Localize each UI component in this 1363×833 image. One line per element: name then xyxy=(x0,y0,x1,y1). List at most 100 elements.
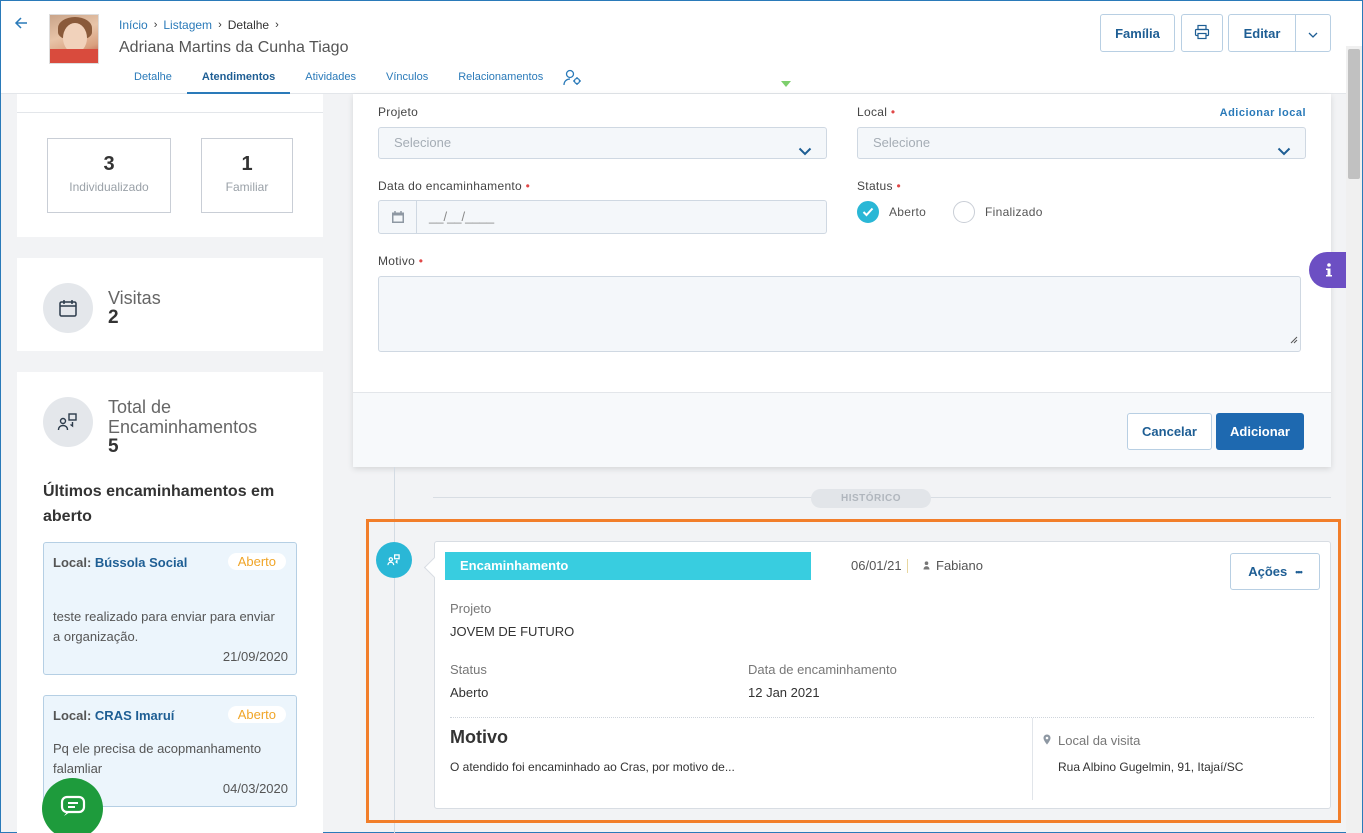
familiar-count: 1 xyxy=(241,153,253,175)
actions-label: Ações xyxy=(1248,564,1288,579)
calendar-icon xyxy=(43,283,93,333)
user-icon xyxy=(923,558,930,573)
event-type-label: Encaminhamento xyxy=(445,552,811,580)
event-projeto-label: Projeto xyxy=(450,601,492,616)
printer-icon xyxy=(1194,24,1210,43)
visitas-count: 2 xyxy=(108,307,119,328)
event-vertical-divider xyxy=(1032,718,1033,800)
event-user: Fabiano xyxy=(923,558,983,573)
total-encaminhamentos-title-line1: Total de xyxy=(108,397,172,417)
breadcrumb-separator-icon: › xyxy=(218,19,222,31)
individualizado-stat: 3 Individualizado xyxy=(47,138,171,213)
referral-date: 04/03/2020 xyxy=(222,781,288,796)
projeto-select[interactable]: Selecione xyxy=(378,127,827,159)
event-separator xyxy=(907,559,908,573)
referral-description: teste realizado para enviar para enviar … xyxy=(53,609,275,644)
individualizado-count: 3 xyxy=(103,153,115,175)
avatar xyxy=(49,14,99,64)
referral-icon xyxy=(43,397,93,447)
collapse-arrow-icon[interactable] xyxy=(781,81,791,87)
chat-button[interactable] xyxy=(42,778,103,833)
event-motivo-text: O atendido foi encaminhado ao Cras, por … xyxy=(450,760,735,774)
new-referral-form: Projeto Selecione Local • Adicionar loca… xyxy=(353,94,1331,467)
status-label: Status • xyxy=(857,179,901,193)
status-badge: Aberto xyxy=(227,553,286,570)
breadcrumb: Início › Listagem › Detalhe › xyxy=(119,18,279,32)
motivo-textarea[interactable] xyxy=(378,276,1301,352)
status-option-label: Finalizado xyxy=(985,205,1043,219)
more-dots-icon: ••• xyxy=(1295,566,1303,577)
event-local-label: Local da visita xyxy=(1043,733,1140,748)
family-button[interactable]: Família xyxy=(1100,14,1175,52)
breadcrumb-listagem[interactable]: Listagem xyxy=(163,18,212,32)
referral-icon xyxy=(376,542,412,578)
resize-handle-icon[interactable] xyxy=(1290,331,1298,349)
back-arrow-icon[interactable] xyxy=(13,15,33,35)
person-name: Adriana Martins da Cunha Tiago xyxy=(119,39,349,56)
print-button[interactable] xyxy=(1181,14,1223,52)
page-header: Início › Listagem › Detalhe › Adriana Ma… xyxy=(1,1,1362,94)
event-local-value: Rua Albino Gugelmin, 91, Itajaí/SC xyxy=(1058,760,1244,774)
form-footer: Cancelar Adicionar xyxy=(353,392,1331,467)
breadcrumb-detalhe: Detalhe xyxy=(227,18,270,32)
event-data-label: Data de encaminhamento xyxy=(748,662,897,677)
check-icon xyxy=(857,201,879,223)
status-option-label: Aberto xyxy=(889,205,927,219)
status-radio-finalizado[interactable]: Finalizado xyxy=(953,201,1043,223)
projeto-placeholder: Selecione xyxy=(394,135,452,150)
projeto-label: Projeto xyxy=(378,105,419,119)
tab-relacionamentos[interactable]: Relacionamentos xyxy=(443,61,558,94)
chevron-down-icon xyxy=(798,137,812,167)
total-encaminhamentos-count: 5 xyxy=(108,436,119,457)
event-motivo-title: Motivo xyxy=(450,727,508,747)
event-divider xyxy=(450,717,1314,718)
map-pin-icon xyxy=(1043,733,1051,748)
status-badge: Aberto xyxy=(227,706,286,723)
radio-empty-icon xyxy=(953,201,975,223)
data-encaminhamento-input[interactable]: __/__/____ xyxy=(378,200,827,234)
scrollbar-thumb[interactable] xyxy=(1348,49,1360,179)
add-local-link[interactable]: Adicionar local xyxy=(1220,107,1306,119)
ultimos-encaminhamentos-title: Últimos encaminhamentos em aberto xyxy=(43,483,275,525)
chevron-down-icon xyxy=(1308,26,1318,41)
referral-description: Pq ele precisa de acopmanhamento falamli… xyxy=(53,741,262,776)
tab-atividades[interactable]: Atividades xyxy=(290,61,371,94)
history-event-card: Encaminhamento 06/01/21 Fabiano Ações ••… xyxy=(434,541,1331,809)
breadcrumb-separator-icon: › xyxy=(153,19,158,31)
tab-bar: Detalhe Atendimentos Atividades Vínculos… xyxy=(119,61,588,94)
add-button[interactable]: Adicionar xyxy=(1216,413,1304,450)
breadcrumb-separator-icon: › xyxy=(275,19,279,31)
event-date: 06/01/21 xyxy=(851,558,902,573)
visitas-title: Visitas xyxy=(108,288,161,308)
local-placeholder: Selecione xyxy=(873,135,931,150)
event-status-value: Aberto xyxy=(450,685,489,700)
event-status-label: Status xyxy=(450,662,487,677)
calendar-icon[interactable] xyxy=(379,201,417,233)
event-user-name: Fabiano xyxy=(936,558,983,573)
cancel-button[interactable]: Cancelar xyxy=(1127,413,1212,450)
breadcrumb-inicio[interactable]: Início xyxy=(119,18,148,32)
edit-button[interactable]: Editar xyxy=(1228,14,1296,52)
event-data-value: 12 Jan 2021 xyxy=(748,685,820,700)
edit-dropdown-button[interactable] xyxy=(1295,14,1331,52)
event-projeto-value: JOVEM DE FUTURO xyxy=(450,624,575,639)
actions-button[interactable]: Ações ••• xyxy=(1230,553,1320,590)
info-icon[interactable] xyxy=(1309,252,1349,288)
referral-date: 21/09/2020 xyxy=(222,649,288,664)
list-item[interactable]: Local: Bússola Social Aberto teste reali… xyxy=(43,542,297,675)
tab-vinculos[interactable]: Vínculos xyxy=(371,61,443,94)
chat-icon xyxy=(60,795,86,822)
familiar-stat: 1 Familiar xyxy=(201,138,293,213)
date-mask: __/__/____ xyxy=(429,209,495,224)
tab-detalhe[interactable]: Detalhe xyxy=(119,61,187,94)
total-encaminhamentos-title-line2: Encaminhamentos xyxy=(108,417,258,437)
status-radio-aberto[interactable]: Aberto xyxy=(857,201,926,223)
local-select[interactable]: Selecione xyxy=(857,127,1306,159)
chevron-down-icon xyxy=(1277,137,1291,167)
history-label: HISTÓRICO xyxy=(811,489,931,508)
motivo-label: Motivo • xyxy=(378,254,424,268)
user-settings-icon[interactable] xyxy=(558,61,588,94)
tab-atendimentos[interactable]: Atendimentos xyxy=(186,61,291,94)
local-label: Local: CRAS Imaruí xyxy=(53,708,175,723)
local-label: Local • xyxy=(857,105,896,119)
